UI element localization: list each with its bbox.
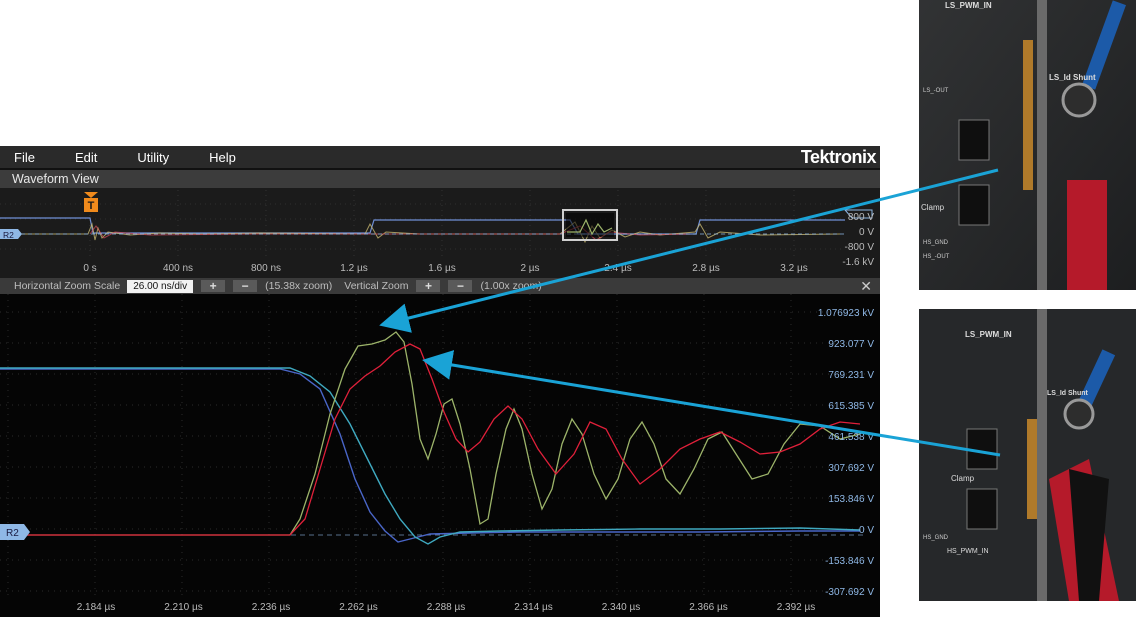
overview-ref-label: R2 [3, 230, 14, 240]
header-pins-top [1023, 40, 1033, 190]
transistor-top-2 [958, 184, 990, 226]
board-photo-bottom: LS_PWM_IN LS_Id Shunt Clamp HS_PWM_IN HS… [919, 309, 1136, 601]
zoom-plot[interactable]: R2 1.076923 kV 923.077 V 769.231 V 615.385 … [0, 294, 880, 617]
overview-y-tick-label: 0 V [859, 227, 874, 238]
overview-x-tick-label: 1.6 µs [428, 263, 455, 274]
zoom-plot-y-axis: 1.076923 kV 923.077 V 769.231 V 615.385 V 46… [818, 308, 874, 598]
photo-top-label-pwm: LS_PWM_IN [945, 1, 992, 10]
vertical-zoom-label: Vertical Zoom [344, 280, 409, 292]
overview-x-tick-label: 800 ns [251, 263, 281, 274]
photo-bottom-label-pwm: LS_PWM_IN [965, 330, 1012, 339]
overview-y-tick-label: 800 V [848, 212, 874, 223]
overview-trace-noise [0, 221, 841, 244]
oscilloscope-window: File Edit Utility Help Tektronix Wavefor… [0, 146, 883, 617]
board-divider-top [1037, 0, 1047, 290]
zoom-x-tick-label: 2.210 µs [164, 602, 203, 613]
zoom-x-tick-label: 2.366 µs [689, 602, 728, 613]
zoom-y-tick-label: 461.538 V [828, 432, 874, 443]
overview-grid [0, 190, 883, 260]
overview-x-tick-label: 400 ns [163, 263, 193, 274]
menu-file[interactable]: File [0, 150, 35, 165]
photo-bottom-label-hs-gnd: HS_GND [923, 535, 949, 541]
zoom-y-tick-label: 923.077 V [828, 339, 874, 350]
zoom-y-tick-label: -153.846 V [825, 556, 874, 567]
transistor-top-1 [958, 119, 990, 161]
overview-y-tick-label: -1.6 kV [842, 257, 874, 268]
zoom-x-tick-label: 2.262 µs [339, 602, 378, 613]
overview-y-axis: 800 V 0 V -800 V -1.6 kV [842, 212, 874, 268]
trace-blue [0, 368, 860, 543]
overview-x-tick-label: 1.2 µs [340, 263, 367, 274]
transistor-bottom-2 [966, 488, 998, 530]
zoom-y-tick-label: 153.846 V [828, 494, 874, 505]
zoom-control-bar: Horizontal Zoom Scale 26.00 ns/div + − (… [0, 278, 880, 294]
photo-top-label-hs-out: HS_-OUT [923, 254, 950, 260]
menu-bar: File Edit Utility Help Tektronix [0, 146, 880, 168]
zoom-y-tick-label: 615.385 V [828, 401, 874, 412]
menu-utility[interactable]: Utility [123, 150, 169, 165]
zoom-y-tick-label: 1.076923 kV [818, 308, 874, 319]
overview-x-tick-label: 3.2 µs [780, 263, 807, 274]
trigger-marker-label: T [88, 200, 95, 212]
overview-x-tick-label: 2.4 µs [604, 263, 631, 274]
overview-y-tick-label: -800 V [845, 242, 875, 253]
zoom-x-tick-label: 2.314 µs [514, 602, 553, 613]
photo-bottom-label-hs-pwm: HS_PWM_IN [947, 548, 989, 555]
zoom-x-tick-label: 2.392 µs [777, 602, 816, 613]
trace-yellow [0, 331, 861, 536]
overview-trace-blue [0, 217, 845, 235]
zoom-y-tick-label: 0 V [859, 525, 874, 536]
overview-zoom-box-fill [566, 213, 614, 237]
photo-top-label-ls-out: LS_-OUT [923, 88, 949, 94]
board-divider-bottom [1037, 309, 1047, 601]
overview-x-tick-label: 2 µs [520, 263, 539, 274]
board-photo-top: LS_PWM_IN LS_Id Shunt Clamp LS_-OUT HS_G… [919, 0, 1136, 290]
zoom-plot-x-axis: 2.184 µs 2.210 µs 2.236 µs 2.262 µs 2.288 µs… [77, 602, 816, 613]
waveform-view-title: Waveform View [0, 170, 880, 188]
horizontal-zoom-scale-field[interactable]: 26.00 ns/div [127, 279, 194, 293]
photo-bottom-label-shunt: LS_Id Shunt [1047, 390, 1089, 397]
zoom-x-tick-label: 2.184 µs [77, 602, 116, 613]
header-pins-bottom [1027, 419, 1037, 519]
vertical-zoom-minus-button[interactable]: − [448, 280, 473, 292]
zoom-y-tick-label: 307.692 V [828, 463, 874, 474]
vertical-zoom-plus-button[interactable]: + [416, 280, 441, 292]
menu-edit[interactable]: Edit [61, 150, 97, 165]
zoom-x-tick-label: 2.340 µs [602, 602, 641, 613]
photo-top-label-hs-gnd: HS_GND [923, 240, 949, 246]
horizontal-zoom-minus-button[interactable]: − [233, 280, 258, 292]
zoom-y-tick-label: -307.692 V [825, 587, 874, 598]
menu-help[interactable]: Help [195, 150, 236, 165]
zoom-y-tick-label: 769.231 V [828, 370, 874, 381]
red-probe-top [1067, 180, 1107, 290]
trace-red [0, 343, 861, 536]
trigger-marker[interactable]: T [84, 192, 98, 212]
brand-logo: Tektronix [800, 147, 877, 167]
overview-plot[interactable]: T R2 0 s 400 ns 800 ns 1.2 µs 1.6 µs 2 µs 2.4 … [0, 188, 883, 278]
zoom-ref-marker[interactable]: R2 [0, 524, 30, 540]
overview-x-tick-label: 0 s [83, 263, 96, 274]
transistor-bottom-1 [966, 428, 998, 470]
trace-cyan [0, 367, 861, 545]
bnc-connector-top [1061, 82, 1097, 118]
overview-x-tick-label: 2.8 µs [692, 263, 719, 274]
zoom-x-tick-label: 2.236 µs [252, 602, 291, 613]
overview-ref-marker[interactable]: R2 [0, 229, 22, 240]
horizontal-zoom-factor: (15.38x zoom) [265, 280, 333, 292]
overview-x-axis: 0 s 400 ns 800 ns 1.2 µs 1.6 µs 2 µs 2.4 µs 2.8… [83, 263, 807, 274]
zoom-ref-label: R2 [6, 528, 19, 539]
horizontal-zoom-label: Horizontal Zoom Scale [14, 280, 121, 292]
photo-top-label-shunt: LS_Id Shunt [1049, 73, 1096, 82]
zoom-x-tick-label: 2.288 µs [427, 602, 466, 613]
photo-bottom-label-clamp: Clamp [951, 474, 975, 483]
zoom-close-icon[interactable]: ✕ [860, 278, 872, 295]
vertical-zoom-factor: (1.00x zoom) [480, 280, 542, 292]
horizontal-zoom-plus-button[interactable]: + [201, 280, 226, 292]
photo-top-label-clamp: Clamp [921, 203, 945, 212]
bnc-connector-bottom [1063, 398, 1095, 430]
